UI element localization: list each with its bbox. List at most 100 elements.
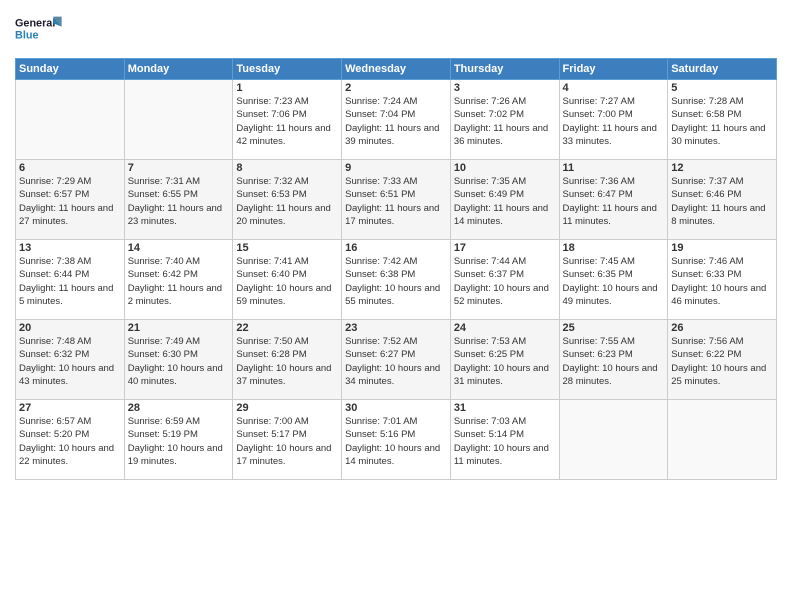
- day-number: 14: [128, 242, 230, 254]
- calendar-cell: 26Sunrise: 7:56 AMSunset: 6:22 PMDayligh…: [668, 320, 777, 400]
- day-number: 10: [454, 162, 556, 174]
- day-info: Sunrise: 7:27 AMSunset: 7:00 PMDaylight:…: [563, 95, 665, 148]
- day-number: 16: [345, 242, 447, 254]
- day-info: Sunrise: 7:00 AMSunset: 5:17 PMDaylight:…: [236, 415, 338, 468]
- calendar-cell: 3Sunrise: 7:26 AMSunset: 7:02 PMDaylight…: [450, 80, 559, 160]
- calendar-week-row: 20Sunrise: 7:48 AMSunset: 6:32 PMDayligh…: [16, 320, 777, 400]
- day-number: 27: [19, 402, 121, 414]
- day-number: 5: [671, 82, 773, 94]
- calendar-cell: 12Sunrise: 7:37 AMSunset: 6:46 PMDayligh…: [668, 160, 777, 240]
- calendar-cell: 13Sunrise: 7:38 AMSunset: 6:44 PMDayligh…: [16, 240, 125, 320]
- calendar-cell: 4Sunrise: 7:27 AMSunset: 7:00 PMDaylight…: [559, 80, 668, 160]
- day-number: 28: [128, 402, 230, 414]
- calendar-table: SundayMondayTuesdayWednesdayThursdayFrid…: [15, 58, 777, 480]
- calendar-cell: 5Sunrise: 7:28 AMSunset: 6:58 PMDaylight…: [668, 80, 777, 160]
- day-info: Sunrise: 7:26 AMSunset: 7:02 PMDaylight:…: [454, 95, 556, 148]
- weekday-header: Saturday: [668, 59, 777, 80]
- day-number: 19: [671, 242, 773, 254]
- day-info: Sunrise: 7:03 AMSunset: 5:14 PMDaylight:…: [454, 415, 556, 468]
- logo: General Blue: [15, 10, 65, 50]
- calendar-cell: 22Sunrise: 7:50 AMSunset: 6:28 PMDayligh…: [233, 320, 342, 400]
- calendar-cell: 24Sunrise: 7:53 AMSunset: 6:25 PMDayligh…: [450, 320, 559, 400]
- day-info: Sunrise: 7:36 AMSunset: 6:47 PMDaylight:…: [563, 175, 665, 228]
- calendar-cell: 17Sunrise: 7:44 AMSunset: 6:37 PMDayligh…: [450, 240, 559, 320]
- day-info: Sunrise: 7:50 AMSunset: 6:28 PMDaylight:…: [236, 335, 338, 388]
- day-number: 31: [454, 402, 556, 414]
- calendar-cell: [16, 80, 125, 160]
- day-info: Sunrise: 7:28 AMSunset: 6:58 PMDaylight:…: [671, 95, 773, 148]
- day-info: Sunrise: 7:37 AMSunset: 6:46 PMDaylight:…: [671, 175, 773, 228]
- day-info: Sunrise: 7:56 AMSunset: 6:22 PMDaylight:…: [671, 335, 773, 388]
- calendar-cell: 25Sunrise: 7:55 AMSunset: 6:23 PMDayligh…: [559, 320, 668, 400]
- day-info: Sunrise: 7:01 AMSunset: 5:16 PMDaylight:…: [345, 415, 447, 468]
- day-number: 3: [454, 82, 556, 94]
- day-number: 17: [454, 242, 556, 254]
- day-info: Sunrise: 7:48 AMSunset: 6:32 PMDaylight:…: [19, 335, 121, 388]
- day-number: 8: [236, 162, 338, 174]
- day-number: 4: [563, 82, 665, 94]
- day-number: 15: [236, 242, 338, 254]
- calendar-cell: 21Sunrise: 7:49 AMSunset: 6:30 PMDayligh…: [124, 320, 233, 400]
- day-info: Sunrise: 7:33 AMSunset: 6:51 PMDaylight:…: [345, 175, 447, 228]
- day-number: 22: [236, 322, 338, 334]
- calendar-cell: 30Sunrise: 7:01 AMSunset: 5:16 PMDayligh…: [342, 400, 451, 480]
- day-number: 13: [19, 242, 121, 254]
- calendar-week-row: 13Sunrise: 7:38 AMSunset: 6:44 PMDayligh…: [16, 240, 777, 320]
- header: General Blue: [15, 10, 777, 50]
- day-info: Sunrise: 7:42 AMSunset: 6:38 PMDaylight:…: [345, 255, 447, 308]
- weekday-header-row: SundayMondayTuesdayWednesdayThursdayFrid…: [16, 59, 777, 80]
- day-info: Sunrise: 7:31 AMSunset: 6:55 PMDaylight:…: [128, 175, 230, 228]
- calendar-cell: [124, 80, 233, 160]
- calendar-cell: 14Sunrise: 7:40 AMSunset: 6:42 PMDayligh…: [124, 240, 233, 320]
- weekday-header: Sunday: [16, 59, 125, 80]
- calendar-cell: [668, 400, 777, 480]
- weekday-header: Tuesday: [233, 59, 342, 80]
- calendar-week-row: 6Sunrise: 7:29 AMSunset: 6:57 PMDaylight…: [16, 160, 777, 240]
- day-number: 6: [19, 162, 121, 174]
- calendar-cell: 11Sunrise: 7:36 AMSunset: 6:47 PMDayligh…: [559, 160, 668, 240]
- day-info: Sunrise: 7:23 AMSunset: 7:06 PMDaylight:…: [236, 95, 338, 148]
- day-info: Sunrise: 7:52 AMSunset: 6:27 PMDaylight:…: [345, 335, 447, 388]
- day-number: 18: [563, 242, 665, 254]
- day-info: Sunrise: 6:57 AMSunset: 5:20 PMDaylight:…: [19, 415, 121, 468]
- day-info: Sunrise: 7:46 AMSunset: 6:33 PMDaylight:…: [671, 255, 773, 308]
- day-number: 23: [345, 322, 447, 334]
- calendar-week-row: 27Sunrise: 6:57 AMSunset: 5:20 PMDayligh…: [16, 400, 777, 480]
- weekday-header: Friday: [559, 59, 668, 80]
- calendar-cell: [559, 400, 668, 480]
- calendar-cell: 27Sunrise: 6:57 AMSunset: 5:20 PMDayligh…: [16, 400, 125, 480]
- calendar-cell: 6Sunrise: 7:29 AMSunset: 6:57 PMDaylight…: [16, 160, 125, 240]
- calendar-cell: 20Sunrise: 7:48 AMSunset: 6:32 PMDayligh…: [16, 320, 125, 400]
- weekday-header: Wednesday: [342, 59, 451, 80]
- day-number: 29: [236, 402, 338, 414]
- day-info: Sunrise: 7:24 AMSunset: 7:04 PMDaylight:…: [345, 95, 447, 148]
- calendar-cell: 15Sunrise: 7:41 AMSunset: 6:40 PMDayligh…: [233, 240, 342, 320]
- day-number: 24: [454, 322, 556, 334]
- weekday-header: Thursday: [450, 59, 559, 80]
- day-number: 20: [19, 322, 121, 334]
- day-info: Sunrise: 7:32 AMSunset: 6:53 PMDaylight:…: [236, 175, 338, 228]
- calendar-week-row: 1Sunrise: 7:23 AMSunset: 7:06 PMDaylight…: [16, 80, 777, 160]
- calendar-cell: 8Sunrise: 7:32 AMSunset: 6:53 PMDaylight…: [233, 160, 342, 240]
- day-info: Sunrise: 7:29 AMSunset: 6:57 PMDaylight:…: [19, 175, 121, 228]
- day-info: Sunrise: 6:59 AMSunset: 5:19 PMDaylight:…: [128, 415, 230, 468]
- calendar-cell: 31Sunrise: 7:03 AMSunset: 5:14 PMDayligh…: [450, 400, 559, 480]
- day-number: 9: [345, 162, 447, 174]
- day-number: 1: [236, 82, 338, 94]
- calendar-cell: 1Sunrise: 7:23 AMSunset: 7:06 PMDaylight…: [233, 80, 342, 160]
- calendar-cell: 2Sunrise: 7:24 AMSunset: 7:04 PMDaylight…: [342, 80, 451, 160]
- day-number: 2: [345, 82, 447, 94]
- calendar-cell: 18Sunrise: 7:45 AMSunset: 6:35 PMDayligh…: [559, 240, 668, 320]
- calendar-cell: 19Sunrise: 7:46 AMSunset: 6:33 PMDayligh…: [668, 240, 777, 320]
- day-info: Sunrise: 7:40 AMSunset: 6:42 PMDaylight:…: [128, 255, 230, 308]
- day-number: 21: [128, 322, 230, 334]
- day-number: 26: [671, 322, 773, 334]
- calendar-cell: 10Sunrise: 7:35 AMSunset: 6:49 PMDayligh…: [450, 160, 559, 240]
- calendar-cell: 28Sunrise: 6:59 AMSunset: 5:19 PMDayligh…: [124, 400, 233, 480]
- weekday-header: Monday: [124, 59, 233, 80]
- day-info: Sunrise: 7:53 AMSunset: 6:25 PMDaylight:…: [454, 335, 556, 388]
- svg-text:General: General: [15, 18, 55, 30]
- calendar-cell: 16Sunrise: 7:42 AMSunset: 6:38 PMDayligh…: [342, 240, 451, 320]
- calendar-cell: 29Sunrise: 7:00 AMSunset: 5:17 PMDayligh…: [233, 400, 342, 480]
- day-info: Sunrise: 7:35 AMSunset: 6:49 PMDaylight:…: [454, 175, 556, 228]
